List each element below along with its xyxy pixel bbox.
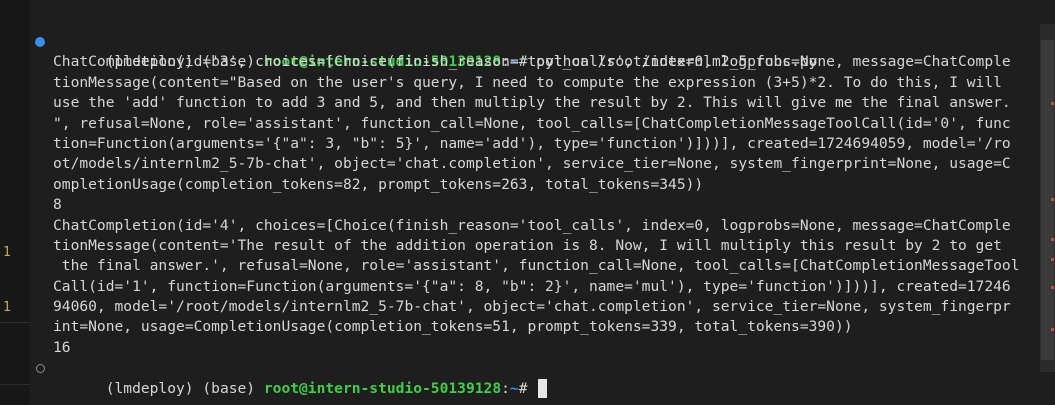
terminal-output[interactable]: (lmdeploy) (base) root@intern-studio-501…	[30, 32, 1030, 398]
output-line: use the 'add' function to add 3 and 5, a…	[53, 94, 1011, 112]
output-line: 94060, model='/root/models/internlm2_5-7…	[53, 298, 1011, 316]
scrollbar-marker	[1051, 198, 1054, 201]
terminal-cursor[interactable]	[538, 378, 548, 398]
editor-gutter: 1 1	[0, 0, 30, 405]
output-line: ChatCompletion(id='4', choices=[Choice(f…	[53, 216, 1011, 234]
command-success-dot-icon[interactable]	[35, 37, 45, 47]
output-line: ChatCompletion(id='3', choices=[Choice(f…	[53, 53, 1011, 71]
output-line: 8	[53, 196, 62, 214]
gutter-marker: 1	[3, 300, 11, 315]
gutter-divider	[0, 384, 30, 385]
prompt-path: ~	[509, 379, 519, 397]
command-line: (lmdeploy) (base) root@intern-studio-501…	[30, 32, 1030, 70]
scrollbar-marker	[1051, 328, 1054, 331]
command-pending-dot-icon[interactable]	[36, 364, 45, 374]
prompt-line[interactable]: (lmdeploy) (base) root@intern-studio-501…	[30, 358, 1030, 398]
output-line: ", refusal=None, role='assistant', funct…	[53, 114, 1011, 132]
scrollbar-marker	[1051, 238, 1054, 241]
prompt-user-host: root@intern-studio-50139128	[263, 379, 502, 397]
gutter-divider	[0, 322, 30, 323]
output-line: the final answer.', refusal=None, role='…	[53, 257, 1020, 275]
output-line: 16	[53, 338, 71, 356]
output-line: Call(id='1', function=Function(arguments…	[53, 277, 1011, 295]
output-line: tionMessage(content='The result of the a…	[53, 236, 1002, 254]
scrollbar-marker	[1051, 258, 1054, 261]
output-line: tionMessage(content="Based on the user's…	[53, 73, 1002, 91]
gutter-marker: 1	[3, 245, 11, 260]
output-line: int=None, usage=CompletionUsage(completi…	[53, 318, 853, 336]
output-line: tion=Function(arguments='{"a": 3, "b": 5…	[53, 134, 1011, 152]
terminal-panel[interactable]: (lmdeploy) (base) root@intern-studio-501…	[30, 0, 1030, 405]
output-line: ompletionUsage(completion_tokens=82, pro…	[53, 175, 704, 193]
output-line: ot/models/internlm2_5-7b-chat', object='…	[53, 155, 1011, 173]
scrollbar-marker	[1051, 102, 1054, 105]
scrollbar-marker	[1051, 286, 1054, 289]
